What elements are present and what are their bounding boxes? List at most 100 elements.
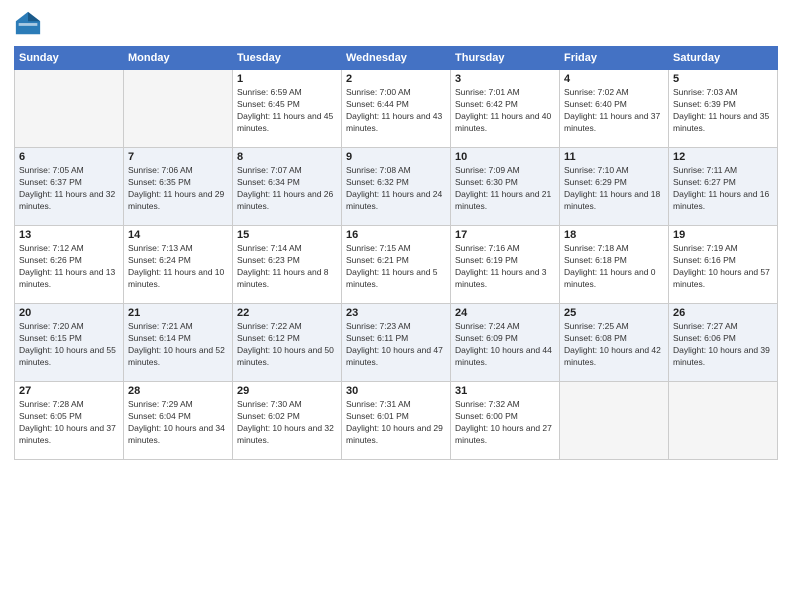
calendar-week-3: 13 Sunrise: 7:12 AMSunset: 6:26 PMDayligh… xyxy=(15,226,778,304)
weekday-header-saturday: Saturday xyxy=(669,47,778,70)
day-number: 9 xyxy=(346,151,446,163)
day-detail: Sunrise: 7:23 AMSunset: 6:11 PMDaylight:… xyxy=(346,321,446,369)
weekday-header-row: SundayMondayTuesdayWednesdayThursdayFrid… xyxy=(15,47,778,70)
day-detail: Sunrise: 7:32 AMSunset: 6:00 PMDaylight:… xyxy=(455,399,555,447)
calendar-cell: 8 Sunrise: 7:07 AMSunset: 6:34 PMDaylight… xyxy=(233,148,342,226)
day-number: 14 xyxy=(128,229,228,241)
day-detail: Sunrise: 7:14 AMSunset: 6:23 PMDaylight:… xyxy=(237,243,337,291)
day-detail: Sunrise: 7:27 AMSunset: 6:06 PMDaylight:… xyxy=(673,321,773,369)
calendar-cell: 30 Sunrise: 7:31 AMSunset: 6:01 PMDayligh… xyxy=(342,382,451,460)
calendar-cell: 31 Sunrise: 7:32 AMSunset: 6:00 PMDayligh… xyxy=(451,382,560,460)
calendar-cell: 25 Sunrise: 7:25 AMSunset: 6:08 PMDayligh… xyxy=(560,304,669,382)
weekday-header-monday: Monday xyxy=(124,47,233,70)
calendar-table: SundayMondayTuesdayWednesdayThursdayFrid… xyxy=(14,46,778,460)
day-detail: Sunrise: 7:20 AMSunset: 6:15 PMDaylight:… xyxy=(19,321,119,369)
day-detail: Sunrise: 7:01 AMSunset: 6:42 PMDaylight:… xyxy=(455,87,555,135)
calendar-cell xyxy=(124,70,233,148)
page: SundayMondayTuesdayWednesdayThursdayFrid… xyxy=(0,0,792,612)
day-number: 28 xyxy=(128,385,228,397)
day-detail: Sunrise: 7:24 AMSunset: 6:09 PMDaylight:… xyxy=(455,321,555,369)
day-number: 26 xyxy=(673,307,773,319)
calendar-cell: 7 Sunrise: 7:06 AMSunset: 6:35 PMDaylight… xyxy=(124,148,233,226)
day-number: 20 xyxy=(19,307,119,319)
weekday-header-thursday: Thursday xyxy=(451,47,560,70)
day-number: 6 xyxy=(19,151,119,163)
day-number: 11 xyxy=(564,151,664,163)
calendar-cell: 2 Sunrise: 7:00 AMSunset: 6:44 PMDaylight… xyxy=(342,70,451,148)
weekday-header-wednesday: Wednesday xyxy=(342,47,451,70)
calendar-cell: 13 Sunrise: 7:12 AMSunset: 6:26 PMDayligh… xyxy=(15,226,124,304)
calendar-cell: 27Sunrise: 7:28 AMSunset: 6:05 PMDayligh… xyxy=(15,382,124,460)
day-detail: Sunrise: 7:21 AMSunset: 6:14 PMDaylight:… xyxy=(128,321,228,369)
day-detail: Sunrise: 7:25 AMSunset: 6:08 PMDaylight:… xyxy=(564,321,664,369)
calendar-cell: 4 Sunrise: 7:02 AMSunset: 6:40 PMDaylight… xyxy=(560,70,669,148)
calendar-cell: 1Sunrise: 6:59 AMSunset: 6:45 PMDaylight… xyxy=(233,70,342,148)
day-number: 24 xyxy=(455,307,555,319)
day-number: 8 xyxy=(237,151,337,163)
calendar-cell: 6 Sunrise: 7:05 AMSunset: 6:37 PMDaylight… xyxy=(15,148,124,226)
day-detail: Sunrise: 7:12 AMSunset: 6:26 PMDaylight:… xyxy=(19,243,119,291)
calendar-cell: 16Sunrise: 7:15 AMSunset: 6:21 PMDayligh… xyxy=(342,226,451,304)
day-number: 15 xyxy=(237,229,337,241)
calendar-cell: 20 Sunrise: 7:20 AMSunset: 6:15 PMDayligh… xyxy=(15,304,124,382)
calendar-cell: 28 Sunrise: 7:29 AMSunset: 6:04 PMDayligh… xyxy=(124,382,233,460)
calendar-cell xyxy=(669,382,778,460)
day-detail: Sunrise: 7:05 AMSunset: 6:37 PMDaylight:… xyxy=(19,165,119,213)
calendar-cell: 18 Sunrise: 7:18 AMSunset: 6:18 PMDayligh… xyxy=(560,226,669,304)
day-number: 4 xyxy=(564,73,664,85)
day-detail: Sunrise: 6:59 AMSunset: 6:45 PMDaylight:… xyxy=(237,87,337,135)
day-number: 7 xyxy=(128,151,228,163)
day-detail: Sunrise: 7:28 AMSunset: 6:05 PMDaylight:… xyxy=(19,399,119,447)
day-detail: Sunrise: 7:06 AMSunset: 6:35 PMDaylight:… xyxy=(128,165,228,213)
day-number: 3 xyxy=(455,73,555,85)
calendar-cell: 24 Sunrise: 7:24 AMSunset: 6:09 PMDayligh… xyxy=(451,304,560,382)
day-detail: Sunrise: 7:19 AMSunset: 6:16 PMDaylight:… xyxy=(673,243,773,291)
day-detail: Sunrise: 7:15 AMSunset: 6:21 PMDaylight:… xyxy=(346,243,446,291)
calendar-cell: 3 Sunrise: 7:01 AMSunset: 6:42 PMDaylight… xyxy=(451,70,560,148)
calendar-week-5: 27Sunrise: 7:28 AMSunset: 6:05 PMDayligh… xyxy=(15,382,778,460)
logo xyxy=(14,10,46,38)
calendar-cell: 21Sunrise: 7:21 AMSunset: 6:14 PMDayligh… xyxy=(124,304,233,382)
calendar-cell: 17 Sunrise: 7:16 AMSunset: 6:19 PMDayligh… xyxy=(451,226,560,304)
day-detail: Sunrise: 7:29 AMSunset: 6:04 PMDaylight:… xyxy=(128,399,228,447)
calendar-cell xyxy=(15,70,124,148)
weekday-header-friday: Friday xyxy=(560,47,669,70)
day-number: 30 xyxy=(346,385,446,397)
calendar-cell: 15 Sunrise: 7:14 AMSunset: 6:23 PMDayligh… xyxy=(233,226,342,304)
weekday-header-tuesday: Tuesday xyxy=(233,47,342,70)
day-detail: Sunrise: 7:22 AMSunset: 6:12 PMDaylight:… xyxy=(237,321,337,369)
day-number: 10 xyxy=(455,151,555,163)
day-detail: Sunrise: 7:18 AMSunset: 6:18 PMDaylight:… xyxy=(564,243,664,291)
day-number: 12 xyxy=(673,151,773,163)
calendar-week-1: 1Sunrise: 6:59 AMSunset: 6:45 PMDaylight… xyxy=(15,70,778,148)
calendar-cell: 11 Sunrise: 7:10 AMSunset: 6:29 PMDayligh… xyxy=(560,148,669,226)
day-number: 19 xyxy=(673,229,773,241)
day-detail: Sunrise: 7:31 AMSunset: 6:01 PMDaylight:… xyxy=(346,399,446,447)
weekday-header-sunday: Sunday xyxy=(15,47,124,70)
calendar-cell xyxy=(560,382,669,460)
day-detail: Sunrise: 7:30 AMSunset: 6:02 PMDaylight:… xyxy=(237,399,337,447)
day-detail: Sunrise: 7:02 AMSunset: 6:40 PMDaylight:… xyxy=(564,87,664,135)
day-detail: Sunrise: 7:07 AMSunset: 6:34 PMDaylight:… xyxy=(237,165,337,213)
day-detail: Sunrise: 7:08 AMSunset: 6:32 PMDaylight:… xyxy=(346,165,446,213)
day-number: 25 xyxy=(564,307,664,319)
calendar-cell: 12 Sunrise: 7:11 AMSunset: 6:27 PMDayligh… xyxy=(669,148,778,226)
day-number: 13 xyxy=(19,229,119,241)
logo-icon xyxy=(14,10,42,38)
day-detail: Sunrise: 7:10 AMSunset: 6:29 PMDaylight:… xyxy=(564,165,664,213)
day-number: 22 xyxy=(237,307,337,319)
day-detail: Sunrise: 7:16 AMSunset: 6:19 PMDaylight:… xyxy=(455,243,555,291)
day-detail: Sunrise: 7:00 AMSunset: 6:44 PMDaylight:… xyxy=(346,87,446,135)
calendar-cell: 14 Sunrise: 7:13 AMSunset: 6:24 PMDayligh… xyxy=(124,226,233,304)
day-number: 17 xyxy=(455,229,555,241)
calendar-week-2: 6 Sunrise: 7:05 AMSunset: 6:37 PMDaylight… xyxy=(15,148,778,226)
day-number: 31 xyxy=(455,385,555,397)
day-detail: Sunrise: 7:11 AMSunset: 6:27 PMDaylight:… xyxy=(673,165,773,213)
day-number: 18 xyxy=(564,229,664,241)
day-detail: Sunrise: 7:03 AMSunset: 6:39 PMDaylight:… xyxy=(673,87,773,135)
day-detail: Sunrise: 7:13 AMSunset: 6:24 PMDaylight:… xyxy=(128,243,228,291)
header xyxy=(14,10,778,38)
day-number: 2 xyxy=(346,73,446,85)
day-detail: Sunrise: 7:09 AMSunset: 6:30 PMDaylight:… xyxy=(455,165,555,213)
calendar-cell: 19 Sunrise: 7:19 AMSunset: 6:16 PMDayligh… xyxy=(669,226,778,304)
